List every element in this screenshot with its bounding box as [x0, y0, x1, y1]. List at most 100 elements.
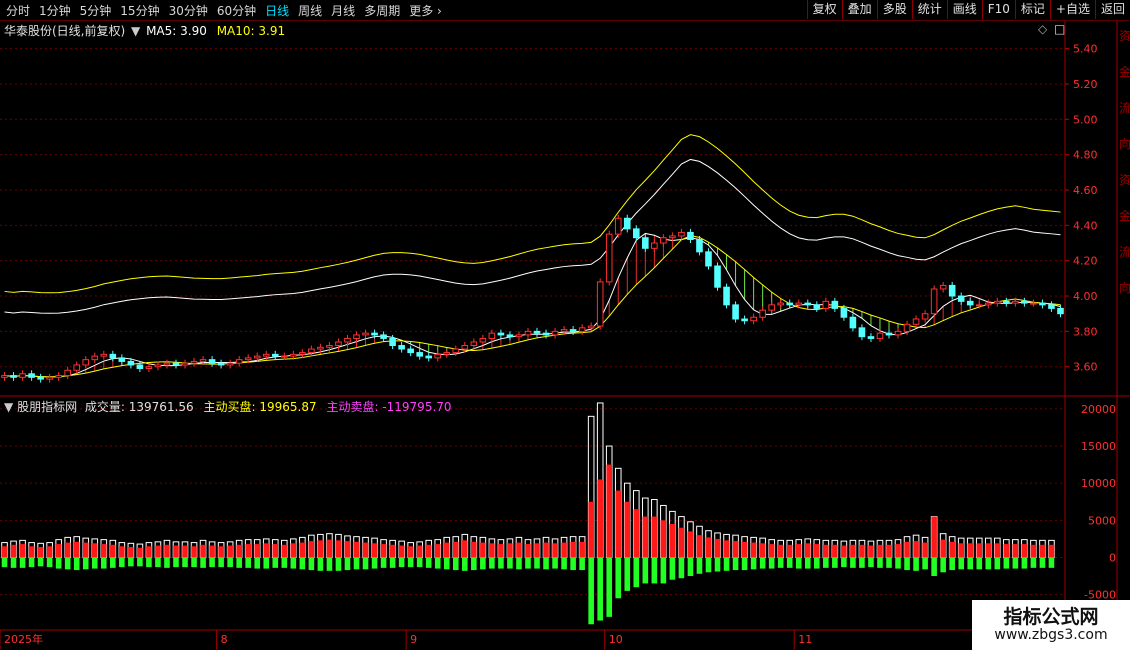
candle-body [569, 329, 577, 332]
stock-title[interactable]: 华泰股份(日线,前复权) [4, 24, 125, 38]
buy-volume-bar [489, 543, 495, 558]
sell-volume-bar [940, 557, 946, 573]
sell-volume-bar [64, 557, 71, 570]
buy-volume-bar [308, 541, 315, 558]
sell-volume-bar [462, 557, 468, 571]
sell-volume-bar [804, 557, 811, 569]
toolbar-button-3[interactable]: 统计 [911, 0, 947, 19]
buy-volume-bar [922, 542, 928, 558]
sell-volume-bar [209, 557, 215, 568]
toolbar-button-6[interactable]: 标记 [1014, 0, 1050, 19]
candle-body [271, 353, 279, 357]
candle-body [281, 355, 288, 358]
buy-volume-bar [371, 543, 378, 558]
candle-body [380, 334, 387, 339]
price-tick-label: 4.40 [1073, 219, 1098, 232]
price-tick-label: 3.80 [1073, 325, 1098, 338]
tab-period-3[interactable]: 15分钟 [120, 4, 159, 18]
time-axis-label: 2025年 [4, 632, 43, 646]
buy-volume-bar [55, 544, 62, 558]
sell-volume-bar [326, 557, 333, 571]
candle-body [235, 359, 243, 364]
candle-body [587, 325, 595, 329]
sell-volume-bar [55, 557, 62, 569]
buy-volume-bar [795, 544, 802, 558]
candle-body [542, 332, 550, 336]
buy-volume-bar [633, 509, 640, 558]
tab-period-9[interactable]: 多周期 [364, 4, 400, 18]
sell-volume-bar [859, 557, 865, 568]
tab-period-0[interactable]: 分时 [6, 4, 30, 18]
buy-volume-bar [786, 544, 793, 558]
buy-volume-bar [209, 545, 215, 558]
tab-period-6[interactable]: 日线 [265, 4, 289, 18]
candle-body [407, 348, 414, 354]
sell-volume-bar [823, 557, 829, 568]
sell-volume-bar [389, 557, 396, 568]
price-panel-header: 华泰股份(日线,前复权) ▼ MA5: 3.90 MA10: 3.91 [4, 22, 285, 39]
candle-body [777, 302, 784, 306]
collapse-icon[interactable]: ▼ [131, 24, 140, 38]
sell-volume-bar [443, 557, 450, 570]
candle-body [894, 330, 902, 336]
candle-body [723, 286, 730, 306]
buy-volume-bar [660, 520, 667, 558]
toolbar-button-0[interactable]: 复权 [806, 0, 842, 19]
sell-volume-bar [525, 557, 531, 569]
candle-body [714, 265, 721, 288]
toolbar-button-4[interactable]: 画线 [946, 0, 982, 19]
buy-volume-bar [119, 546, 125, 558]
sell-volume-bar [308, 557, 315, 571]
watermark-url: www.zbgs3.com [994, 627, 1108, 643]
buy-volume-bar [110, 544, 116, 558]
buy-volume-bar [940, 539, 946, 558]
sell-volume-bar [732, 557, 739, 571]
buy-volume-bar [480, 542, 486, 558]
buy-volume-bar [877, 544, 883, 558]
buy-volume-bar [290, 543, 297, 558]
toolbar-button-5[interactable]: F10 [981, 0, 1015, 19]
sell-volume-bar [994, 557, 1001, 570]
buy-volume-bar [705, 537, 712, 558]
sell-volume-bar [1039, 557, 1046, 568]
buy-volume-bar [913, 541, 919, 558]
buy-volume-bar [561, 542, 567, 558]
candle-body [479, 337, 487, 343]
panel-maximize-icon[interactable]: □ [1054, 22, 1065, 36]
tab-period-8[interactable]: 月线 [331, 4, 355, 18]
sell-volume-bar [218, 557, 224, 568]
volume-tick-label: 0 [1109, 551, 1116, 564]
candle-body [732, 304, 739, 320]
tab-period-1[interactable]: 1分钟 [39, 4, 71, 18]
candle-body [551, 330, 559, 336]
collapse-icon[interactable]: ▼ [4, 400, 13, 414]
buy-volume-bar [218, 546, 224, 558]
sell-volume-bar [931, 557, 937, 577]
tab-period-10[interactable]: 更多 › [409, 4, 442, 18]
sell-volume-bar [543, 557, 549, 570]
tab-period-4[interactable]: 30分钟 [169, 4, 208, 18]
candle-body [109, 353, 117, 359]
candle-body [73, 364, 81, 371]
toolbar-button-2[interactable]: 多股 [876, 0, 912, 19]
tab-period-7[interactable]: 周线 [298, 4, 322, 18]
indicator-title[interactable]: 股朋指标网 [17, 400, 77, 414]
buy-volume-bar [1, 546, 8, 558]
buy-volume-bar [443, 542, 450, 558]
candle-body [290, 353, 297, 357]
tab-period-5[interactable]: 60分钟 [217, 4, 256, 18]
sell-volume-bar [741, 557, 748, 571]
toolbar-button-8[interactable]: 返回 [1094, 0, 1130, 19]
candle-body [632, 228, 640, 239]
toolbar-button-1[interactable]: 叠加 [841, 0, 877, 19]
candle-body [912, 318, 920, 325]
candle-body [217, 362, 225, 366]
toolbar-button-7[interactable]: +自选 [1049, 0, 1095, 19]
candle-body [669, 235, 676, 239]
tab-period-2[interactable]: 5分钟 [80, 4, 112, 18]
candle-body [623, 217, 631, 230]
buy-volume-bar [263, 543, 270, 558]
buy-volume-bar [696, 535, 703, 558]
sell-volume-bar [795, 557, 802, 569]
panel-options-icon[interactable]: ◇ [1038, 22, 1047, 36]
